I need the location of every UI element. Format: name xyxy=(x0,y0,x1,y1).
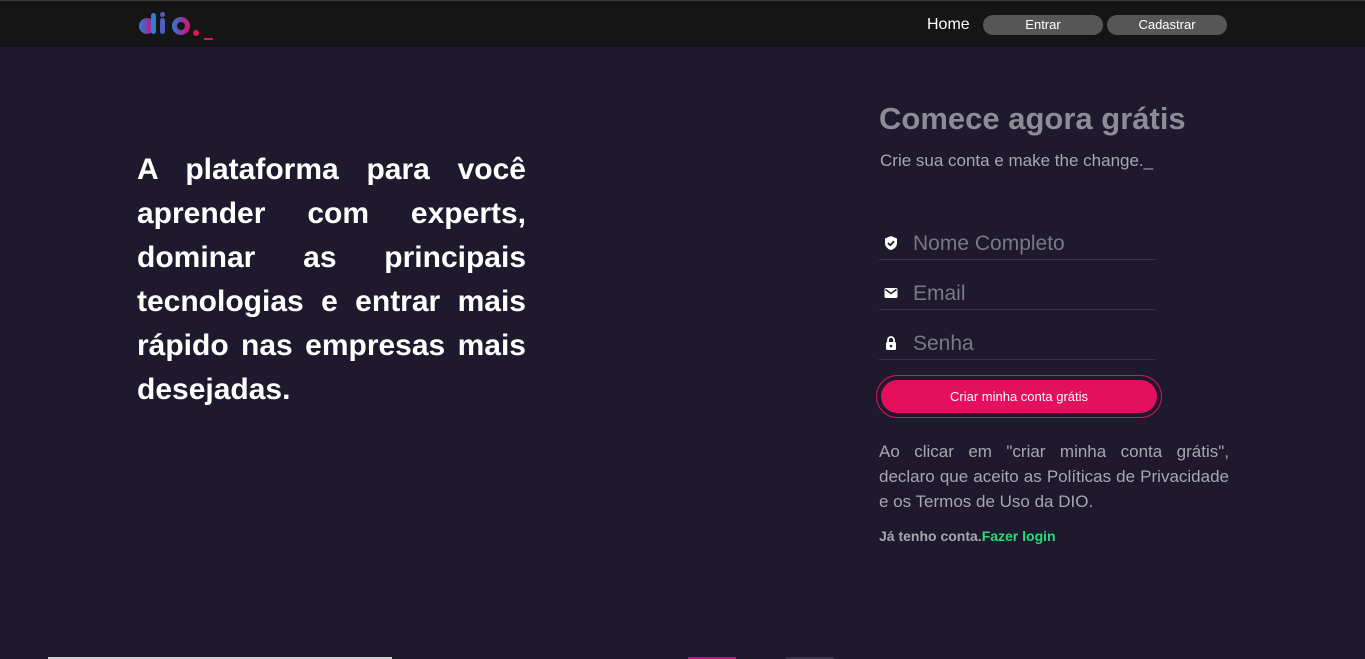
email-field xyxy=(879,278,1155,310)
signup-subtitle: Crie sua conta e make the change._ xyxy=(880,151,1154,170)
email-input[interactable] xyxy=(913,280,1149,308)
password-field xyxy=(879,328,1155,360)
full-name-field xyxy=(879,228,1155,260)
login-prompt: Já tenho conta.Fazer login xyxy=(879,528,1056,545)
lock-icon xyxy=(886,336,896,350)
full-name-input[interactable] xyxy=(913,230,1149,258)
login-link[interactable]: Fazer login xyxy=(982,528,1056,544)
create-account-button[interactable]: Criar minha conta grátis xyxy=(881,380,1157,413)
mail-icon xyxy=(884,288,898,298)
hero-headline: A plataforma para você aprender com expe… xyxy=(137,153,526,406)
password-input[interactable] xyxy=(913,330,1149,358)
signup-title: Comece agora grátis xyxy=(879,101,1186,136)
nav-cadastrar-button[interactable]: Cadastrar xyxy=(1107,15,1227,35)
top-navbar: Home Entrar Cadastrar xyxy=(0,0,1365,47)
login-prompt-text: Já tenho conta. xyxy=(879,528,982,544)
dio-logo[interactable] xyxy=(139,12,219,42)
terms-notice: Ao clicar em "criar minha conta grátis",… xyxy=(879,442,1229,511)
shield-check-icon xyxy=(885,236,897,250)
nav-home-link[interactable]: Home xyxy=(927,16,970,34)
nav-entrar-button[interactable]: Entrar xyxy=(983,15,1103,35)
